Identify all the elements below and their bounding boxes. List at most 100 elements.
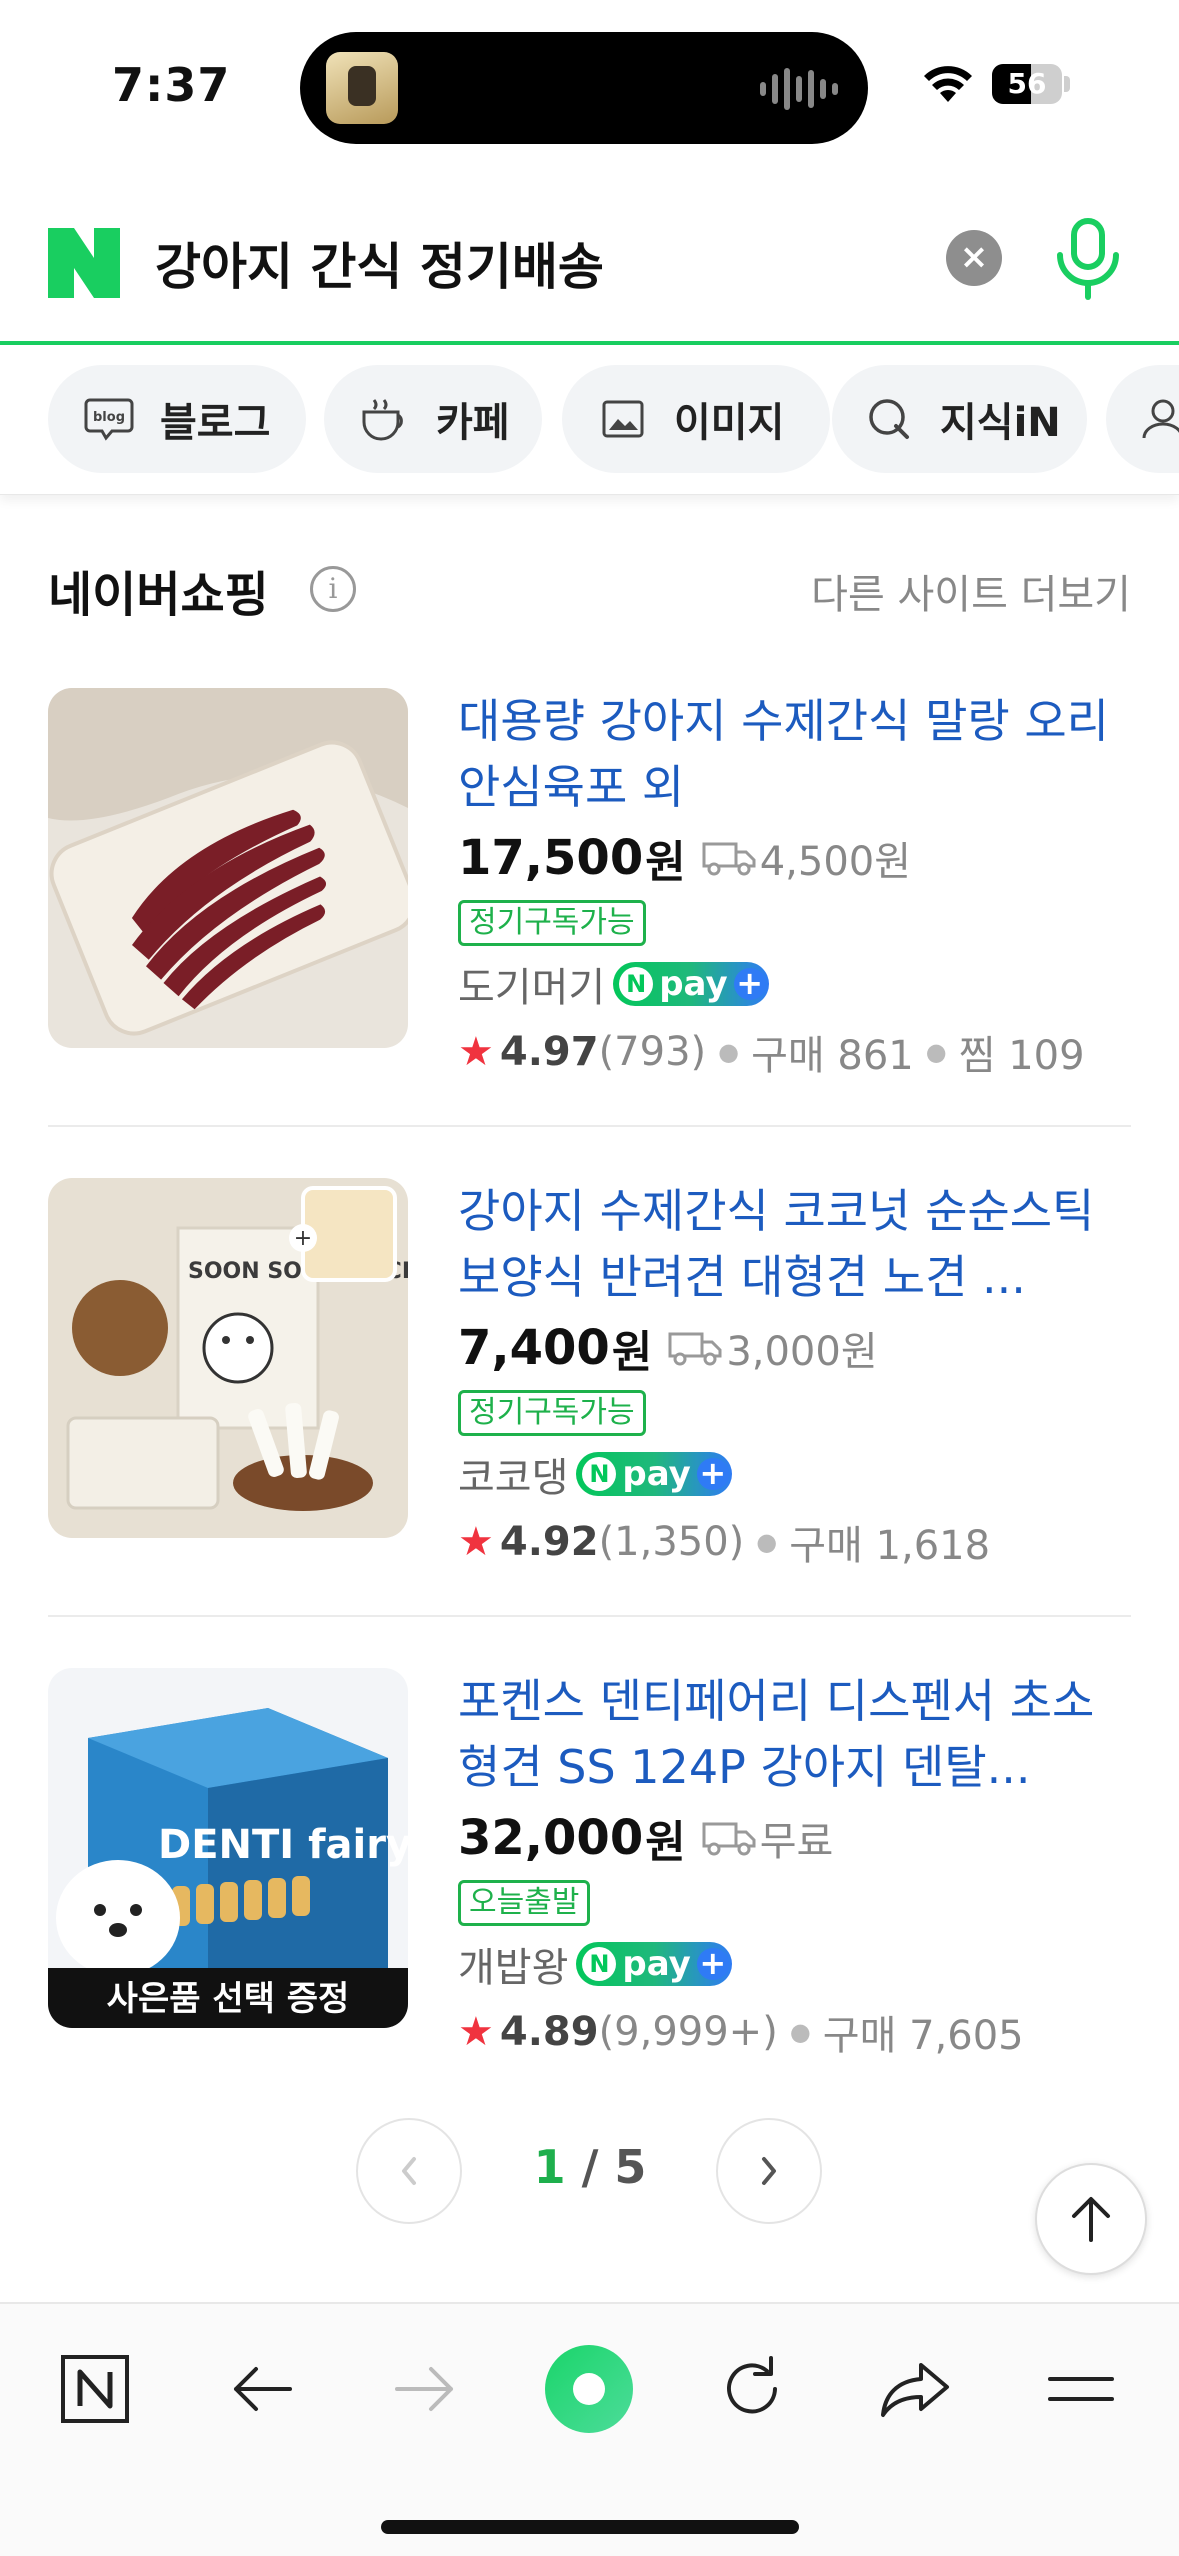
forward-button[interactable]	[380, 2344, 470, 2434]
product-price: 17,500	[458, 830, 644, 886]
divider	[48, 1615, 1131, 1617]
plus-icon: +	[696, 1947, 729, 1980]
thumbnail-gift-banner: 사은품 선택 증정	[107, 1979, 350, 2019]
chevron-right-icon	[762, 2157, 776, 2185]
tab-cafe[interactable]: 카페	[324, 365, 542, 473]
product-thumbnail[interactable]: SOON SOON STICK +	[48, 1178, 408, 1538]
purchase-count: 구매 7,605	[822, 2013, 1024, 2059]
tab-blog-label: 블로그	[160, 400, 271, 446]
seller-name[interactable]: 도기머기	[458, 955, 605, 1013]
npay-plus-badge: Npay +	[576, 1942, 733, 1986]
cafe-cup-icon	[358, 392, 412, 446]
product-price: 32,000	[458, 1810, 644, 1866]
rating-row: ★ 4.92 (1,350) ● 구매 1,618	[458, 1512, 1131, 1572]
product-info: 강아지 수제간식 코코넛 순순스틱 보양식 반려견 대형견 노견 ... 7,4…	[458, 1178, 1131, 1572]
price-unit: 원	[645, 1817, 686, 1868]
shipping-fee: 4,500원	[759, 839, 912, 885]
rating-value: 4.92	[499, 1519, 599, 1565]
scroll-to-top-button[interactable]	[1035, 2163, 1147, 2275]
subscription-badge: 정기구독가능	[458, 900, 646, 946]
svg-text:blog: blog	[93, 410, 125, 425]
wifi-icon	[924, 66, 972, 102]
dynamic-island[interactable]	[300, 32, 868, 144]
naver-logo-icon[interactable]	[48, 228, 120, 298]
status-bar: 7:37 56	[0, 0, 1179, 160]
star-icon: ★	[458, 1029, 494, 1075]
star-icon: ★	[458, 2009, 494, 2055]
refresh-button[interactable]	[707, 2344, 797, 2434]
shipping-fee: 무료	[759, 1819, 834, 1865]
back-button[interactable]	[217, 2344, 307, 2434]
refresh-icon	[727, 2356, 777, 2414]
page-indicator: 1 / 5	[500, 2140, 680, 2194]
share-button[interactable]	[870, 2344, 960, 2434]
separator-dot: ●	[925, 1038, 947, 1066]
tab-kin[interactable]: 지식iN	[832, 365, 1087, 473]
rating-value: 4.97	[499, 1029, 599, 1075]
product-card[interactable]: SOON SOON STICK + 강아지 수제간식 코코넛 순순스틱 보양식 …	[48, 1178, 1131, 1569]
separator-dot: ●	[789, 2018, 811, 2046]
tab-image[interactable]: 이미지	[562, 365, 830, 473]
green-dot-icon	[545, 2345, 633, 2433]
naver-home-icon	[61, 2355, 129, 2423]
person-icon	[1136, 392, 1179, 446]
section-title: 네이버쇼핑	[48, 567, 269, 623]
tab-people[interactable]	[1106, 365, 1179, 473]
product-card[interactable]: DENTI fairy 사은품 선택 증정 포켄스 덴티페어리 디스펜서 초소형…	[48, 1668, 1131, 2059]
divider	[48, 1125, 1131, 1127]
total-pages: 5	[614, 2140, 647, 2194]
product-title[interactable]: 강아지 수제간식 코코넛 순순스틱 보양식 반려견 대형견 노견 ...	[458, 1178, 1131, 1310]
tab-blog[interactable]: blog 블로그	[48, 365, 306, 473]
plus-icon: +	[733, 967, 766, 1000]
now-playing-thumbnail	[326, 52, 398, 124]
next-page-button[interactable]	[716, 2118, 822, 2224]
naver-home-button[interactable]	[50, 2344, 140, 2434]
product-thumbnail[interactable]	[48, 688, 408, 1048]
price-row: 32,000 원 무료	[458, 1806, 1131, 1870]
product-thumbnail[interactable]: DENTI fairy 사은품 선택 증정	[48, 1668, 408, 2028]
forward-arrow-icon	[395, 2367, 453, 2411]
product-title[interactable]: 포켄스 덴티페어리 디스펜서 초소형견 SS 124P 강아지 덴탈...	[458, 1668, 1131, 1800]
product-title[interactable]: 대용량 강아지 수제간식 말랑 오리안심육포 외	[458, 688, 1131, 820]
wish-count: 찜 109	[958, 1033, 1085, 1079]
separator-dot: ●	[756, 1528, 778, 1556]
knowledge-q-icon	[862, 392, 916, 446]
product-price: 7,400	[458, 1320, 610, 1376]
thumbnail-brand-text: DENTI fairy	[158, 1822, 408, 1868]
tab-image-label: 이미지	[674, 400, 785, 446]
menu-button[interactable]	[1036, 2344, 1126, 2434]
rating-row: ★ 4.89 (9,999+) ● 구매 7,605	[458, 2002, 1131, 2062]
previous-page-button[interactable]	[356, 2118, 462, 2224]
price-unit: 원	[611, 1327, 653, 1378]
green-dot-button[interactable]	[544, 2344, 634, 2434]
truck-icon	[668, 1332, 722, 1366]
image-icon	[596, 392, 650, 446]
home-indicator[interactable]	[381, 2520, 799, 2534]
audio-wave-icon	[760, 66, 838, 112]
separator-dot: ●	[718, 1038, 740, 1066]
seller-row: 코코댕 Npay +	[458, 1444, 1131, 1504]
back-arrow-icon	[234, 2367, 292, 2411]
more-sites-link[interactable]: 다른 사이트 더보기	[811, 562, 1131, 620]
price-row: 7,400 원 3,000원	[458, 1316, 1131, 1380]
svg-text:+: +	[294, 1226, 312, 1251]
search-input[interactable]: 강아지 간식 정기배송	[155, 227, 604, 299]
arrow-up-icon	[1072, 2197, 1110, 2242]
battery-icon: 56	[992, 64, 1062, 104]
microphone-icon[interactable]	[1052, 217, 1124, 301]
menu-icon	[1048, 2377, 1114, 2401]
blog-icon: blog	[82, 392, 136, 446]
seller-row: 개밥왕 Npay +	[458, 1934, 1131, 1994]
chevron-left-icon	[402, 2157, 416, 2185]
clear-search-button[interactable]: ×	[946, 230, 1002, 286]
star-icon: ★	[458, 1519, 494, 1565]
info-icon[interactable]: i	[310, 566, 356, 612]
seller-name[interactable]: 코코댕	[458, 1445, 568, 1503]
product-card[interactable]: 대용량 강아지 수제간식 말랑 오리안심육포 외 17,500 원 4,500원 …	[48, 688, 1131, 1079]
page-separator: /	[565, 2140, 615, 2194]
npay-plus-badge: Npay +	[576, 1452, 733, 1496]
rating-row: ★ 4.97 (793) ● 구매 861 ● 찜 109	[458, 1022, 1131, 1082]
review-count: (793)	[598, 1029, 707, 1075]
seller-name[interactable]: 개밥왕	[458, 1935, 568, 1993]
price-row: 17,500 원 4,500원	[458, 826, 1131, 890]
